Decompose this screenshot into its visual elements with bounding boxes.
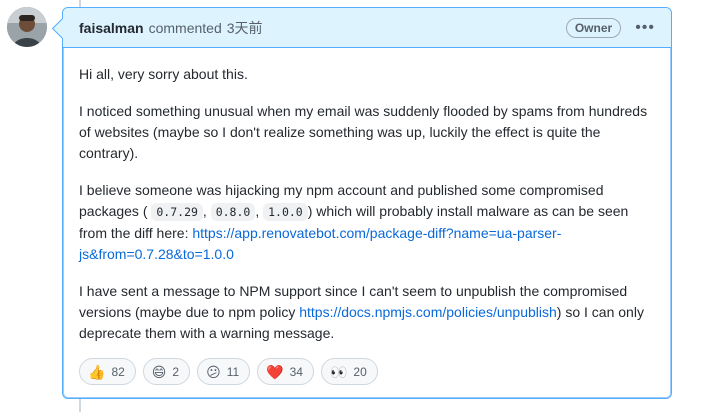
owner-badge: Owner xyxy=(565,17,622,38)
kebab-horizontal-icon[interactable]: ••• xyxy=(633,18,657,38)
eyes-icon: 👀 xyxy=(329,363,348,380)
comment-header: faisalman commented 3天前 Owner ••• xyxy=(63,8,671,48)
paragraph-1: Hi all, very sorry about this. xyxy=(79,66,248,82)
reaction-heart[interactable]: ❤️ 34 xyxy=(257,358,314,385)
avatar[interactable] xyxy=(7,7,47,47)
comment-body: Hi all, very sorry about this. I noticed… xyxy=(63,48,671,344)
reaction-count: 2 xyxy=(172,364,180,379)
comment-box: faisalman commented 3天前 Owner ••• Hi all… xyxy=(62,7,672,399)
reaction-laugh[interactable]: 😄 2 xyxy=(142,358,191,385)
reaction-eyes[interactable]: 👀 20 xyxy=(320,358,378,385)
npm-policy-link[interactable]: https://docs.npmjs.com/policies/unpublis… xyxy=(299,304,557,320)
laugh-icon: 😄 xyxy=(151,363,167,380)
author-link[interactable]: faisalman xyxy=(79,20,144,36)
reaction-confused[interactable]: 😕 11 xyxy=(197,358,251,385)
paragraph-4: I have sent a message to NPM support sin… xyxy=(79,281,655,344)
separator: , xyxy=(202,203,207,219)
paragraph-2: I noticed something unusual when my emai… xyxy=(79,103,648,161)
reaction-thumbs-up[interactable]: 👍 82 xyxy=(79,358,136,385)
comment-action: commented xyxy=(148,19,222,36)
version-code: 0.8.0 xyxy=(210,203,256,221)
version-code: 0.7.29 xyxy=(151,203,203,221)
heart-icon: ❤️ xyxy=(266,363,284,380)
reaction-count: 34 xyxy=(289,364,303,379)
separator: , xyxy=(255,203,260,219)
reaction-count: 20 xyxy=(353,364,367,379)
timestamp-link[interactable]: 3天前 xyxy=(227,18,263,38)
version-code: 1.0.0 xyxy=(263,203,308,221)
thumbs-up-icon: 👍 xyxy=(88,363,106,380)
confused-icon: 😕 xyxy=(206,363,221,380)
reactions-bar: 👍 82 😄 2 😕 11 ❤️ 34 👀 20 xyxy=(79,358,378,385)
reaction-count: 11 xyxy=(226,364,240,379)
reaction-count: 82 xyxy=(111,364,125,379)
paragraph-3: I believe someone was hijacking my npm a… xyxy=(79,180,655,265)
